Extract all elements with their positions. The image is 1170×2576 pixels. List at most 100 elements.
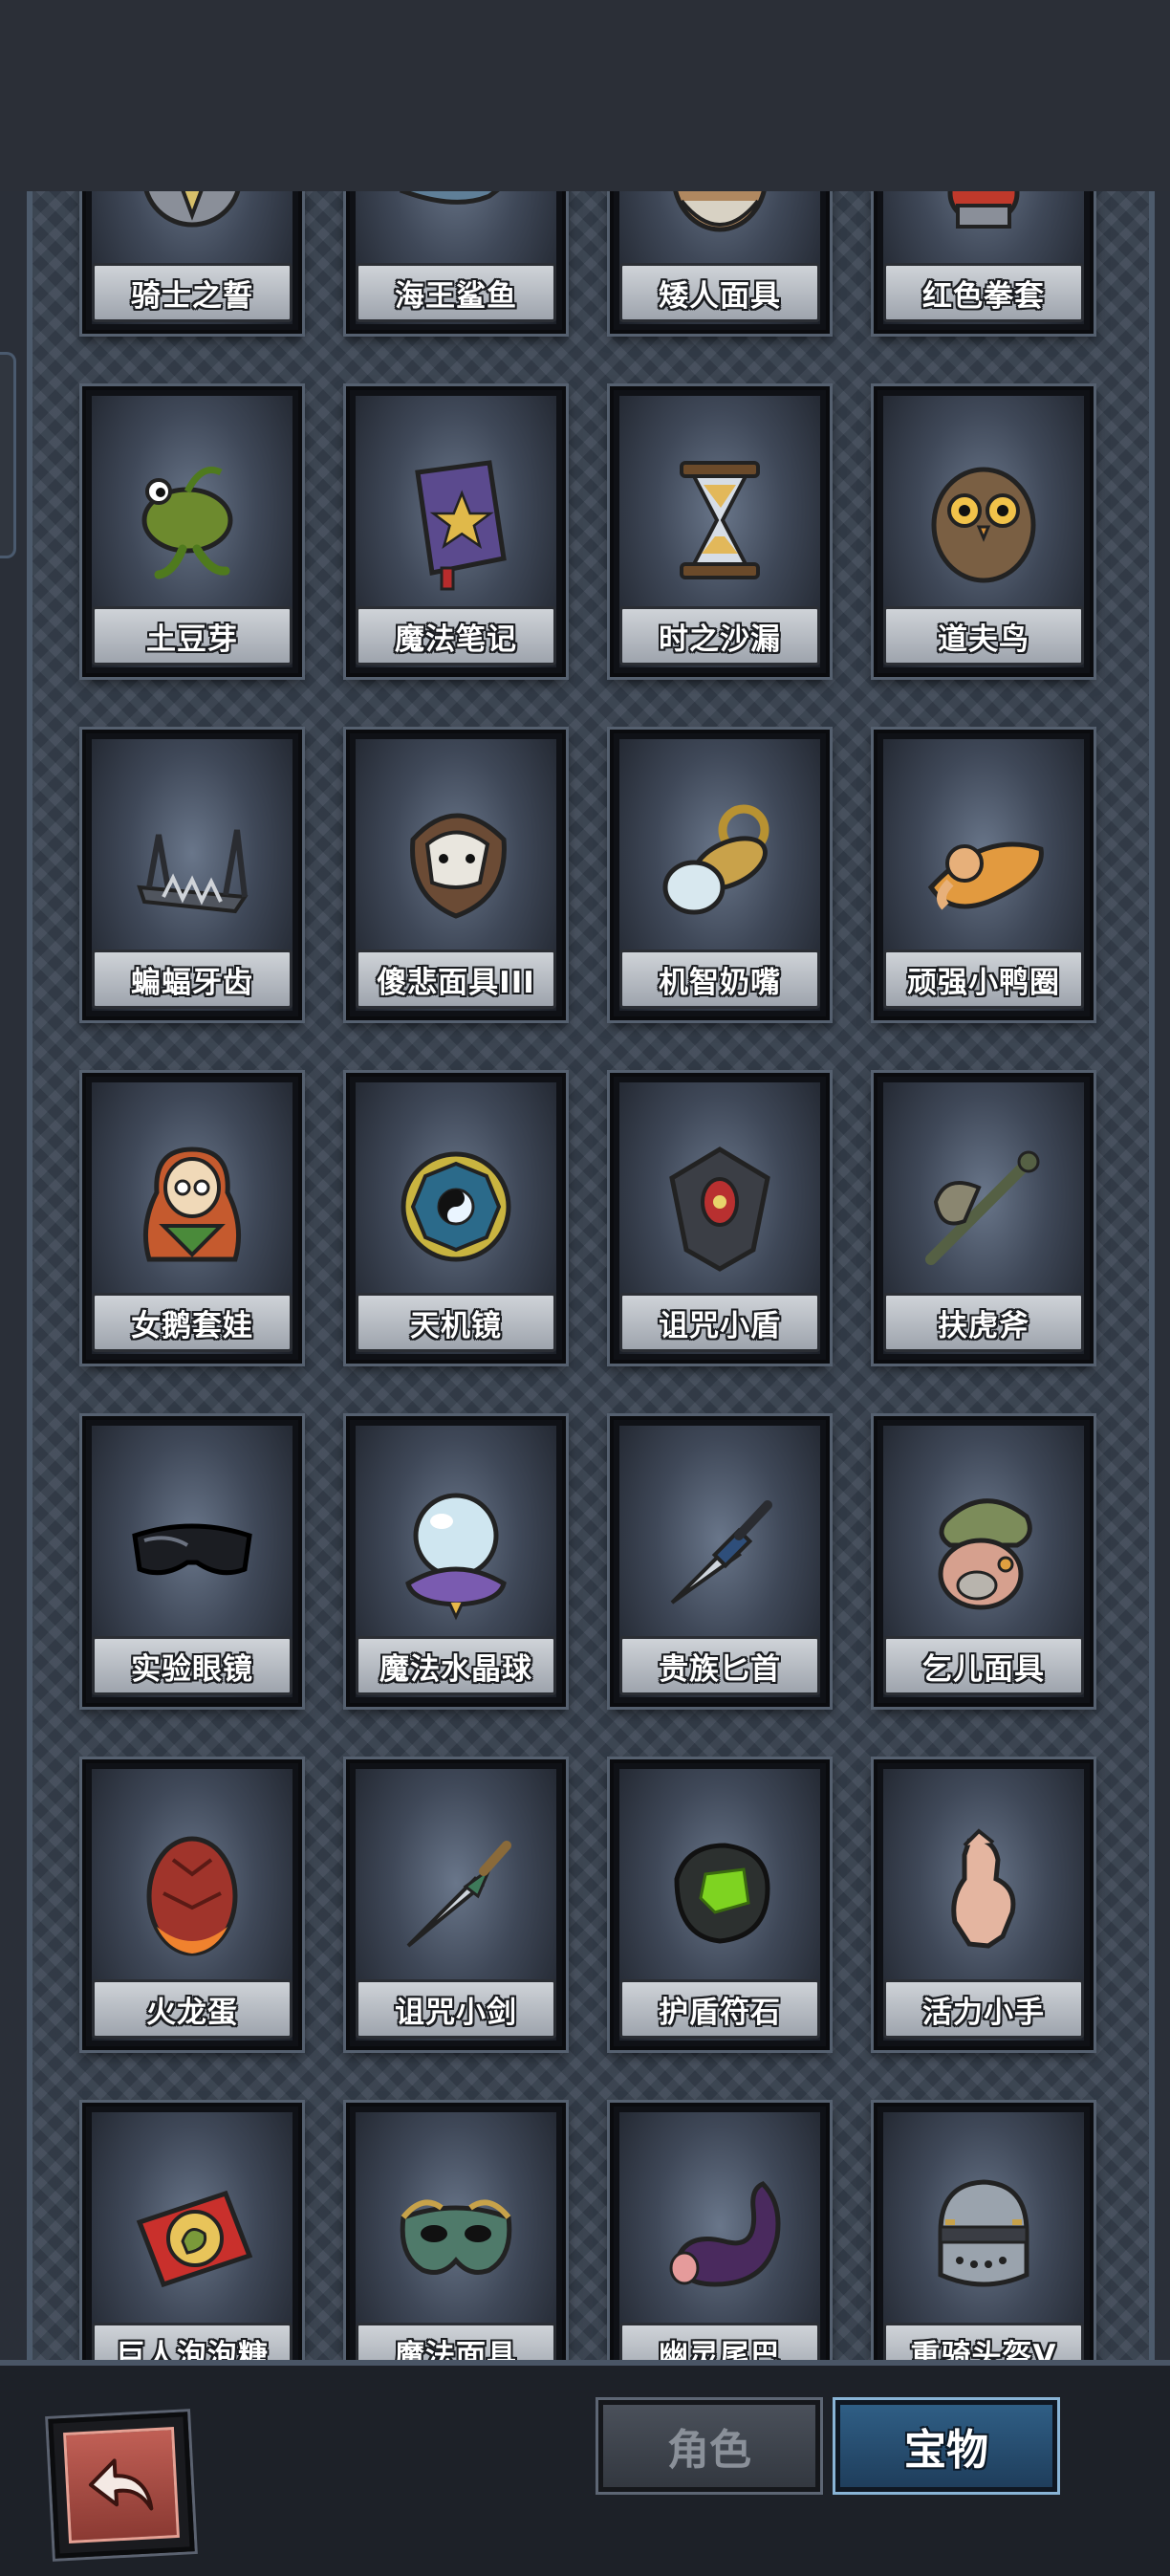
treasure-card[interactable]: 魔法面具 xyxy=(346,2103,566,2360)
bottom-bar: 角色 宝物 xyxy=(0,2360,1170,2576)
tiger-axe-icon xyxy=(912,1135,1055,1278)
treasure-card[interactable]: 天机镜 xyxy=(346,1073,566,1364)
treasure-name: 火龙蛋 xyxy=(146,1995,238,2030)
treasure-card[interactable]: 护盾符石 xyxy=(610,1759,830,2050)
treasure-name: 蝙蝠牙齿 xyxy=(131,965,253,1000)
treasure-card[interactable]: 傻悲面具III xyxy=(346,730,566,1020)
cursed-shield-icon xyxy=(648,1135,791,1278)
treasure-card[interactable]: 幽灵尾巴 xyxy=(610,2103,830,2360)
treasure-card[interactable]: 蝙蝠牙齿 xyxy=(82,730,302,1020)
treasure-grid: 骑士之誓 海王鲨鱼 矮人面具 红色拳套土豆芽 魔法笔记 时之沙漏 道夫鸟蝙蝠牙齿 傻悲面具II… xyxy=(82,191,1094,2360)
treasure-name: 扶虎斧 xyxy=(938,1308,1029,1343)
treasure-card[interactable]: 骑士之誓 xyxy=(82,191,302,334)
red-glove-icon xyxy=(912,191,1055,249)
shield-rune-stone-icon xyxy=(648,1822,791,1965)
treasure-card[interactable]: 土豆芽 xyxy=(82,386,302,677)
beggar-mask-icon xyxy=(912,1478,1055,1622)
treasure-name: 魔法面具 xyxy=(395,2338,517,2361)
treasure-name: 贵族匕首 xyxy=(659,1651,781,1687)
potato-sprout-icon xyxy=(120,448,264,592)
treasure-card[interactable]: 顽强小鸭圈 xyxy=(874,730,1094,1020)
magic-mask-icon xyxy=(384,2165,528,2308)
treasure-name-plate: 乞儿面具 xyxy=(883,1636,1084,1695)
treasure-name-plate: 时之沙漏 xyxy=(619,606,820,666)
treasure-name: 乞儿面具 xyxy=(922,1651,1045,1687)
treasure-card[interactable]: 巨人泡泡糖 xyxy=(82,2103,302,2360)
treasure-card[interactable]: 女鹅套娃 xyxy=(82,1073,302,1364)
treasure-name: 天机镜 xyxy=(410,1308,502,1343)
treasure-name-plate: 诅咒小剑 xyxy=(356,1979,556,2039)
treasure-name: 重骑头盔V xyxy=(910,2338,1057,2361)
bat-teeth-icon xyxy=(120,792,264,935)
magic-notebook-icon xyxy=(384,448,528,592)
treasure-name-plate: 道夫鸟 xyxy=(883,606,1084,666)
treasure-name-plate: 贵族匕首 xyxy=(619,1636,820,1695)
treasure-name-plate: 蝙蝠牙齿 xyxy=(92,950,292,1009)
tab-character[interactable]: 角色 xyxy=(598,2400,820,2492)
treasure-card[interactable]: 实验眼镜 xyxy=(82,1416,302,1707)
treasure-name: 骑士之誓 xyxy=(131,278,253,314)
treasure-name: 海王鲨鱼 xyxy=(395,278,517,314)
treasure-card[interactable]: 重骑头盔V xyxy=(874,2103,1094,2360)
treasure-name: 诅咒小盾 xyxy=(659,1308,781,1343)
dwarf-mask-icon xyxy=(648,191,791,249)
treasure-name: 顽强小鸭圈 xyxy=(907,965,1060,1000)
heavy-knight-helmet-icon xyxy=(912,2165,1055,2308)
treasure-name-plate: 女鹅套娃 xyxy=(92,1293,292,1352)
treasure-card[interactable]: 诅咒小盾 xyxy=(610,1073,830,1364)
treasure-card[interactable]: 乞儿面具 xyxy=(874,1416,1094,1707)
treasure-name-plate: 火龙蛋 xyxy=(92,1979,292,2039)
treasure-name: 魔法笔记 xyxy=(395,622,517,657)
treasure-name-plate: 扶虎斧 xyxy=(883,1293,1084,1352)
treasure-card[interactable]: 机智奶嘴 xyxy=(610,730,830,1020)
treasure-name-plate: 魔法面具 xyxy=(356,2323,556,2360)
treasure-name-plate: 幽灵尾巴 xyxy=(619,2323,820,2360)
treasure-name: 红色拳套 xyxy=(922,278,1045,314)
side-edge-tab[interactable] xyxy=(0,352,16,558)
top-bar xyxy=(0,0,1170,191)
treasure-name: 土豆芽 xyxy=(146,622,238,657)
treasure-card[interactable]: 火龙蛋 xyxy=(82,1759,302,2050)
treasure-name: 矮人面具 xyxy=(659,278,781,314)
back-button[interactable] xyxy=(48,2412,195,2559)
return-arrow-icon xyxy=(63,2427,180,2543)
treasure-name-plate: 重骑头盔V xyxy=(883,2323,1084,2360)
ghost-tail-icon xyxy=(648,2165,791,2308)
treasure-name-plate: 骑士之誓 xyxy=(92,263,292,322)
noble-dagger-icon xyxy=(648,1478,791,1622)
treasure-card[interactable]: 魔法笔记 xyxy=(346,386,566,677)
treasure-name: 魔法水晶球 xyxy=(379,1651,532,1687)
treasure-name-plate: 巨人泡泡糖 xyxy=(92,2323,292,2360)
nesting-doll-icon xyxy=(120,1135,264,1278)
treasure-name-plate: 实验眼镜 xyxy=(92,1636,292,1695)
owl-bird-icon xyxy=(912,448,1055,592)
treasure-name-plate: 天机镜 xyxy=(356,1293,556,1352)
treasure-card[interactable]: 贵族匕首 xyxy=(610,1416,830,1707)
giant-bubblegum-icon xyxy=(120,2165,264,2308)
treasure-card[interactable]: 活力小手 xyxy=(874,1759,1094,2050)
treasure-name-plate: 红色拳套 xyxy=(883,263,1084,322)
treasure-name-plate: 土豆芽 xyxy=(92,606,292,666)
treasure-name-plate: 魔法水晶球 xyxy=(356,1636,556,1695)
treasure-card[interactable]: 扶虎斧 xyxy=(874,1073,1094,1364)
treasure-collection-panel[interactable]: 骑士之誓 海王鲨鱼 矮人面具 红色拳套土豆芽 魔法笔记 时之沙漏 道夫鸟蝙蝠牙齿 傻悲面具II… xyxy=(27,191,1155,2360)
treasure-card[interactable]: 海王鲨鱼 xyxy=(346,191,566,334)
treasure-card[interactable]: 道夫鸟 xyxy=(874,386,1094,677)
treasure-card[interactable]: 魔法水晶球 xyxy=(346,1416,566,1707)
treasure-name: 道夫鸟 xyxy=(938,622,1029,657)
treasure-name-plate: 顽强小鸭圈 xyxy=(883,950,1084,1009)
sad-mask-icon xyxy=(384,792,528,935)
treasure-card[interactable]: 时之沙漏 xyxy=(610,386,830,677)
knight-oath-icon xyxy=(120,191,264,249)
treasure-name: 时之沙漏 xyxy=(659,622,781,657)
tab-treasure[interactable]: 宝物 xyxy=(835,2400,1057,2492)
vital-hand-icon xyxy=(912,1822,1055,1965)
duck-ring-icon xyxy=(912,792,1055,935)
treasure-name-plate: 护盾符石 xyxy=(619,1979,820,2039)
treasure-card[interactable]: 红色拳套 xyxy=(874,191,1094,334)
treasure-name-plate: 活力小手 xyxy=(883,1979,1084,2039)
treasure-card[interactable]: 诅咒小剑 xyxy=(346,1759,566,2050)
treasure-card[interactable]: 矮人面具 xyxy=(610,191,830,334)
treasure-name-plate: 魔法笔记 xyxy=(356,606,556,666)
hourglass-icon xyxy=(648,448,791,592)
